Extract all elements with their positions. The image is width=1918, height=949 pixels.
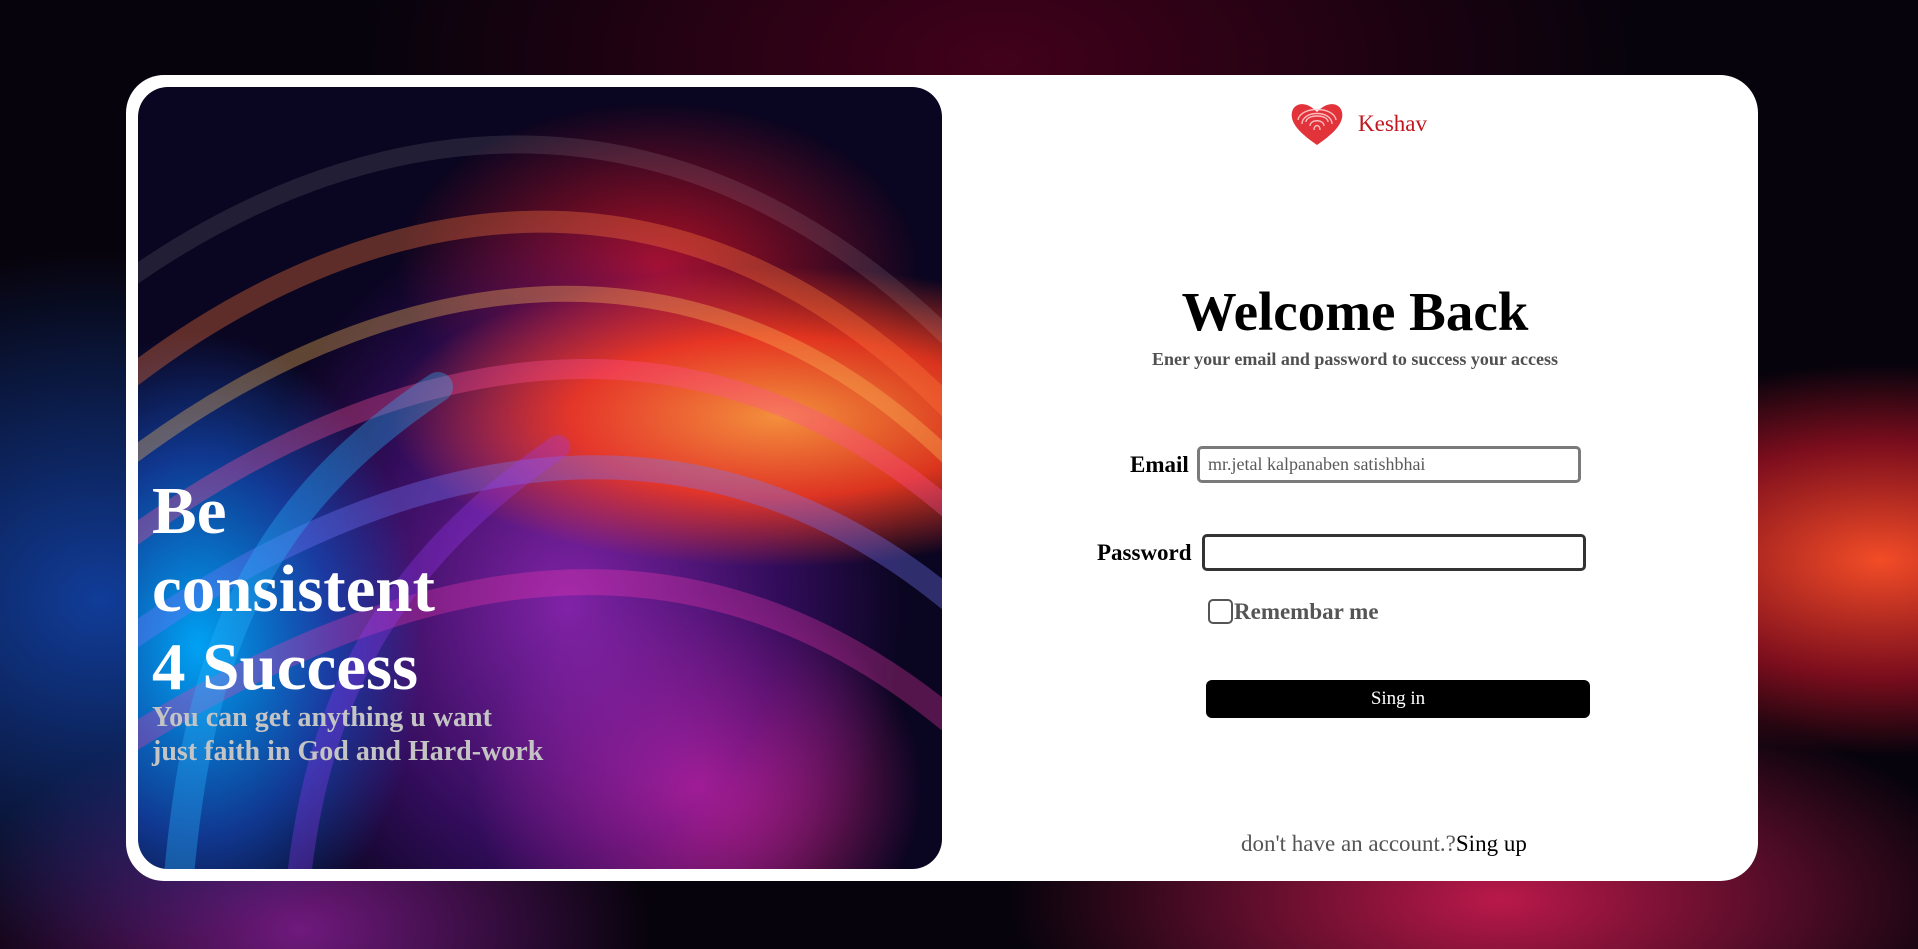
remember-me-checkbox[interactable] xyxy=(1208,599,1233,624)
hero-panel: Be consistent 4 Success You can get anythi… xyxy=(138,87,942,869)
welcome-tagline: Ener your email and password to success … xyxy=(1151,349,1558,369)
email-label: Email xyxy=(1130,452,1189,477)
brand[interactable]: Keshav xyxy=(1288,99,1427,149)
email-field[interactable] xyxy=(1197,446,1581,483)
sign-up-link[interactable]: Sing up xyxy=(1456,831,1527,856)
signup-prompt: don't have an account.?Sing up xyxy=(1241,831,1527,857)
remember-me-label[interactable]: Remembar me xyxy=(1234,599,1379,625)
sign-in-button[interactable]: Sing in xyxy=(1206,680,1590,718)
signup-prompt-text: don't have an account.? xyxy=(1241,831,1456,856)
fingerprint-heart-icon xyxy=(1291,104,1343,145)
password-label: Password xyxy=(1097,540,1192,565)
password-field[interactable] xyxy=(1202,534,1586,571)
hero-subtitle: You can get anything u want just faith in… xyxy=(152,702,544,767)
brand-name: Keshav xyxy=(1358,111,1427,136)
hero-title: Be consistent 4 Success xyxy=(152,474,435,704)
welcome-heading: Welcome Back xyxy=(1181,281,1529,342)
